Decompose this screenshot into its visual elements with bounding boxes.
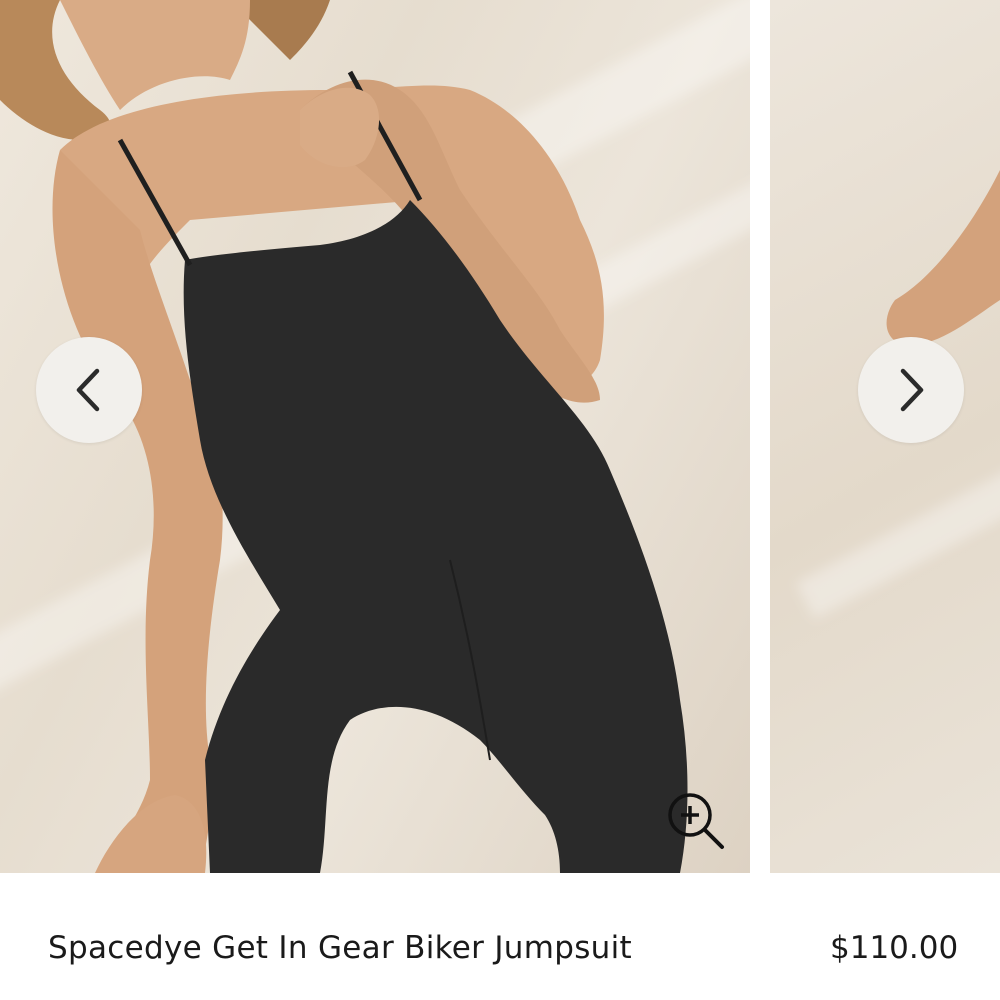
zoom-button[interactable] bbox=[664, 788, 728, 852]
chevron-left-icon bbox=[76, 368, 100, 412]
product-image-gallery bbox=[0, 0, 1000, 873]
chevron-right-icon bbox=[900, 368, 924, 412]
next-image-button[interactable] bbox=[858, 337, 964, 443]
previous-image-button[interactable] bbox=[36, 337, 142, 443]
zoom-in-icon bbox=[668, 793, 724, 849]
product-name[interactable]: Spacedye Get In Gear Biker Jumpsuit bbox=[48, 930, 632, 966]
product-price: $110.00 bbox=[830, 930, 959, 966]
